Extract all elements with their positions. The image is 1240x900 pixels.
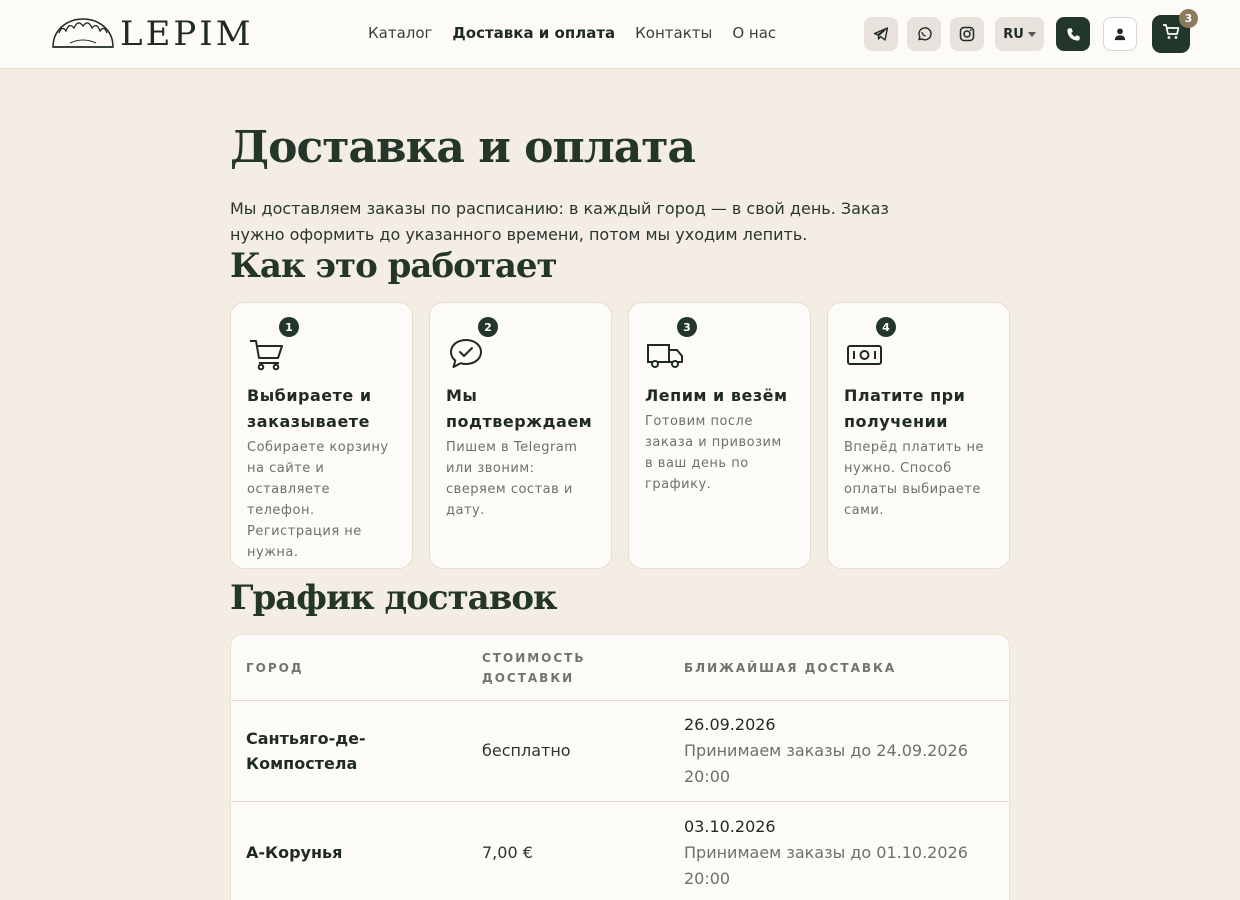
intro-text: Мы доставляем заказы по расписанию: в ка… <box>230 199 889 244</box>
how-it-works-title: Как это работает <box>230 246 558 286</box>
nav-item-delivery[interactable]: Доставка и оплата <box>452 24 615 42</box>
step-title: Платите при получении <box>844 386 966 431</box>
delivery-cell: 26.09.2026 Принимаем заказы до 24.09.202… <box>684 712 984 790</box>
user-icon <box>1113 27 1127 41</box>
dumpling-icon <box>50 15 116 53</box>
city-cell: Сантьяго-де-Компостела <box>246 729 366 773</box>
steps-list: 1 Выбираете и заказываете Собираете корз… <box>230 302 1010 569</box>
step-number: 1 <box>279 317 299 337</box>
step-card: 2 Мы подтверждаем Пишем в Telegram или з… <box>429 302 612 569</box>
step-description: Пишем в Telegram или звоним: сверяем сос… <box>446 440 578 518</box>
step-card: 1 Выбираете и заказываете Собираете корз… <box>230 302 413 569</box>
nav-item-contacts[interactable]: Контакты <box>635 24 712 42</box>
nav-item-about[interactable]: О нас <box>732 24 776 42</box>
step-title: Выбираете и заказываете <box>247 386 372 431</box>
cost-cell: бесплатно <box>482 741 571 760</box>
step-card: 4 Платите при получении Вперёд платить н… <box>827 302 1010 569</box>
step-number: 3 <box>677 317 697 337</box>
order-deadline: Принимаем заказы до 01.10.2026 20:00 <box>684 843 968 888</box>
instagram-icon <box>959 26 975 42</box>
chevron-down-icon <box>1027 31 1036 37</box>
language-label: RU <box>1003 26 1024 42</box>
language-selector[interactable]: RU <box>995 17 1044 51</box>
delivery-cell: 03.10.2026 Принимаем заказы до 01.10.202… <box>684 814 984 892</box>
account-button[interactable] <box>1103 17 1137 51</box>
phone-button[interactable] <box>1056 17 1090 51</box>
delivery-schedule-table: Город Стоимость доставки Ближайшая доста… <box>230 634 1010 900</box>
order-deadline: Принимаем заказы до 24.09.2026 20:00 <box>684 741 968 786</box>
step-number: 4 <box>876 317 896 337</box>
step-description: Готовим после заказа и привозим в ваш де… <box>645 414 782 492</box>
site-header: LEPIM Каталог Доставка и оплата Контакты… <box>0 0 1240 69</box>
main-nav: Каталог Доставка и оплата Контакты О нас <box>368 24 776 42</box>
column-header-cost: Стоимость доставки <box>482 651 586 685</box>
whatsapp-button[interactable] <box>907 17 941 51</box>
step-description: Собираете корзину на сайте и оставляете … <box>247 440 389 560</box>
page-title: Доставка и оплата <box>230 122 696 173</box>
row-divider <box>231 801 1009 802</box>
delivery-date: 26.09.2026 <box>684 715 776 734</box>
column-header-next: Ближайшая доставка <box>684 661 897 675</box>
step-title: Мы подтверждаем <box>446 386 593 431</box>
column-header-city: Город <box>246 661 304 675</box>
cost-cell: 7,00 € <box>482 843 533 862</box>
row-divider <box>231 700 1009 701</box>
telegram-button[interactable] <box>864 17 898 51</box>
instagram-button[interactable] <box>950 17 984 51</box>
city-cell: А-Корунья <box>246 843 343 862</box>
cart-count-badge: 3 <box>1179 9 1198 28</box>
delivery-date: 03.10.2026 <box>684 817 776 836</box>
phone-icon <box>1066 27 1081 42</box>
nav-item-catalog[interactable]: Каталог <box>368 24 432 42</box>
schedule-title: График доставок <box>230 578 558 618</box>
logo-text: LEPIM <box>120 14 254 54</box>
cart-icon <box>1162 23 1180 45</box>
step-description: Вперёд платить не нужно. Способ оплаты в… <box>844 440 984 518</box>
whatsapp-icon <box>916 26 932 42</box>
step-title: Лепим и везём <box>645 386 788 405</box>
step-number: 2 <box>478 317 498 337</box>
logo[interactable]: LEPIM <box>50 14 254 54</box>
step-card: 3 Лепим и везём Готовим после заказа и п… <box>628 302 811 569</box>
telegram-icon <box>873 26 889 42</box>
